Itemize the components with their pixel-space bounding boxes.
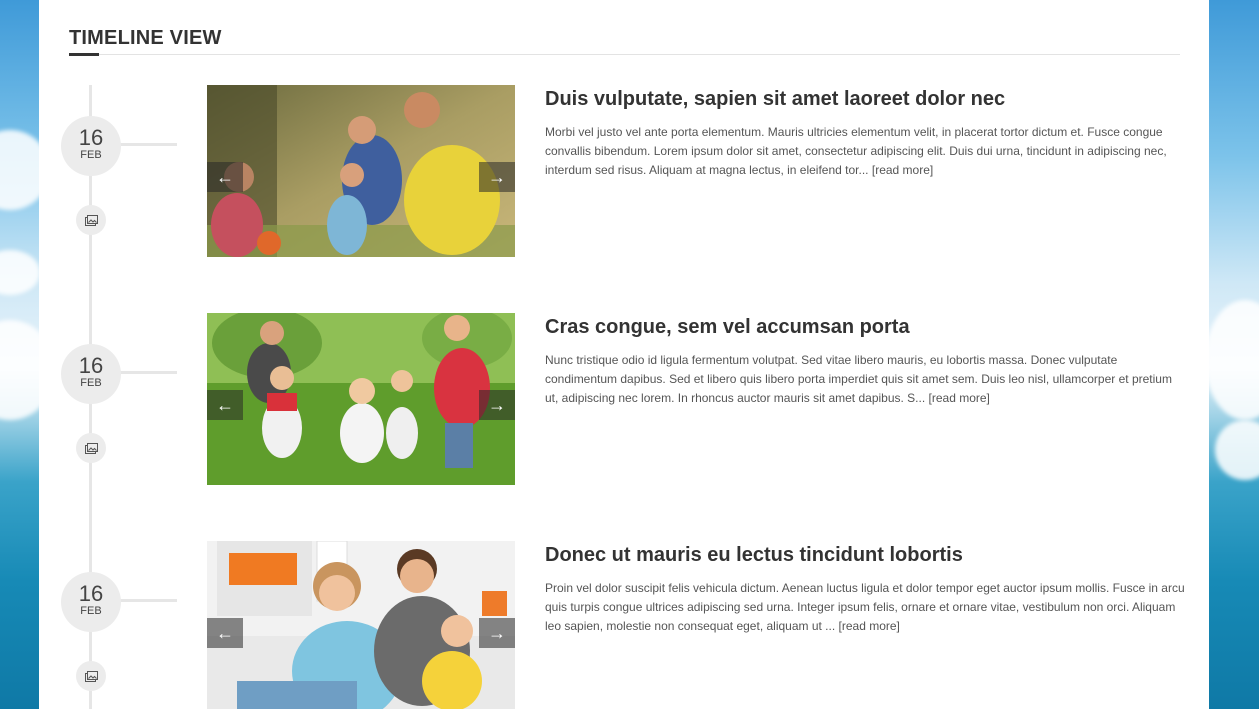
page-title: TIMELINE VIEW <box>69 27 222 49</box>
read-more-link[interactable]: [read more] <box>929 391 990 405</box>
read-more-link[interactable]: [read more] <box>839 619 900 633</box>
read-more-link[interactable]: [read more] <box>872 163 933 177</box>
post-title[interactable]: Donec ut mauris eu lectus tincidunt lobo… <box>545 544 963 567</box>
background-cloud <box>1205 300 1259 420</box>
post-title[interactable]: Duis vulputate, sapien sit amet laoreet … <box>545 88 1005 111</box>
timeline-item: 16 FEB <box>39 313 1209 488</box>
post-excerpt: Proin vel dolor suscipit felis vehicula … <box>545 579 1187 636</box>
background-cloud <box>0 250 40 295</box>
slider-prev-button[interactable]: ← <box>207 618 243 648</box>
slider-next-button[interactable]: → <box>479 390 515 420</box>
slider-next-button[interactable]: → <box>479 162 515 192</box>
content-panel: TIMELINE VIEW 16 FEB ← → Duis vulputate,… <box>39 0 1209 709</box>
post-excerpt: Morbi vel justo vel ante porta elementum… <box>545 123 1187 180</box>
timeline-item: 16 FEB <box>39 85 1209 260</box>
post-title[interactable]: Cras congue, sem vel accumsan porta <box>545 316 910 339</box>
gallery-icon <box>76 205 106 235</box>
post-image[interactable]: ← → <box>207 85 515 257</box>
date-month: FEB <box>80 149 102 161</box>
background-cloud <box>1215 420 1259 480</box>
date-badge: 16 FEB <box>61 572 121 632</box>
post-excerpt-text: Morbi vel justo vel ante porta elementum… <box>545 125 1167 177</box>
date-day: 16 <box>78 125 104 150</box>
post-excerpt-text: Nunc tristique odio id ligula fermentum … <box>545 353 1172 405</box>
slider-prev-button[interactable]: ← <box>207 390 243 420</box>
slider-prev-button[interactable]: ← <box>207 162 243 192</box>
heading-underline <box>69 53 99 56</box>
heading-divider <box>69 54 1180 55</box>
gallery-icon <box>76 661 106 691</box>
date-month: FEB <box>80 377 102 389</box>
post-excerpt: Nunc tristique odio id ligula fermentum … <box>545 351 1187 408</box>
date-month: FEB <box>80 605 102 617</box>
post-image[interactable]: ← → <box>207 313 515 485</box>
timeline-item: 16 FEB ← → Donec ut mauris eu lectus tin… <box>39 541 1209 709</box>
slider-next-button[interactable]: → <box>479 618 515 648</box>
date-badge: 16 FEB <box>61 116 121 176</box>
date-day: 16 <box>78 581 104 606</box>
date-badge: 16 FEB <box>61 344 121 404</box>
gallery-icon <box>76 433 106 463</box>
date-day: 16 <box>78 353 104 378</box>
post-image[interactable]: ← → <box>207 541 515 709</box>
